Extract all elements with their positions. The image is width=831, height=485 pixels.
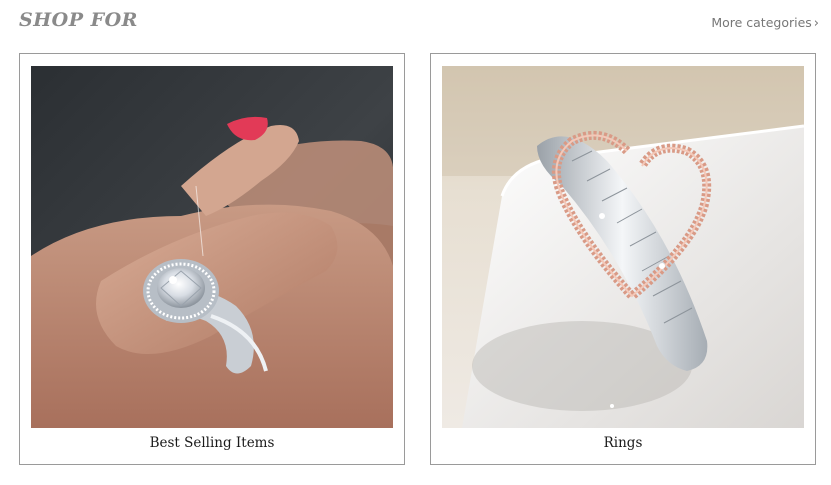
product-image-rings[interactable] [442,66,804,428]
section-title: SHOP FOR [19,9,138,31]
category-card-rings[interactable]: Rings [430,53,816,465]
chevron-right-icon: › [813,16,819,31]
category-label-best-selling: Best Selling Items [149,435,275,451]
product-image-best-selling[interactable] [31,66,393,428]
category-label-rings: Rings [603,435,643,451]
more-categories-link[interactable]: More categories › [711,15,819,31]
more-categories-label: More categories [711,15,812,30]
category-card-best-selling[interactable]: Best Selling Items [19,53,405,465]
